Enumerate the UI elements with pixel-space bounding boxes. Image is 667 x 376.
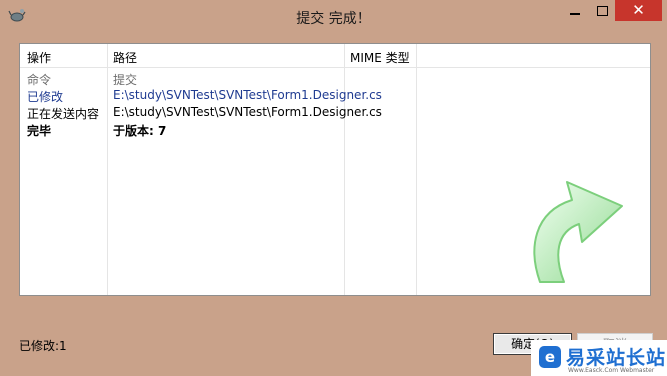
column-divider (107, 44, 108, 295)
row-action: 正在发送内容 (27, 107, 100, 121)
header-path[interactable]: 路径 (113, 49, 137, 66)
header-mime-type[interactable]: MIME 类型 (350, 49, 410, 66)
header-action[interactable]: 操作 (27, 49, 51, 66)
column-divider (416, 44, 417, 295)
minimize-button[interactable] (561, 0, 589, 22)
title-bar: 提交 完成！ ✕ (0, 0, 667, 32)
row-action: 命令 (27, 73, 52, 87)
results-list[interactable]: 操作 路径 MIME 类型 命令 提交 已修改 E:\study\SVNTest… (19, 43, 651, 296)
watermark: e 易采站长站 Www.Easck.Com Webmaster (531, 340, 667, 376)
success-arrow-icon (533, 181, 623, 283)
maximize-button[interactable] (589, 0, 615, 22)
row-path: E:\study\SVNTest\SVNTest\Form1.Designer.… (113, 105, 382, 119)
column-divider (344, 44, 345, 295)
watermark-logo: e (539, 346, 561, 368)
row-path: 于版本: 7 (113, 124, 167, 138)
row-path: E:\study\SVNTest\SVNTest\Form1.Designer.… (113, 88, 382, 102)
status-text: 已修改:1 (19, 339, 67, 353)
row-action: 已修改 (27, 90, 64, 104)
close-button[interactable]: ✕ (615, 0, 662, 21)
row-action: 完毕 (27, 124, 52, 138)
watermark-text: 易采站长站 (566, 347, 667, 369)
watermark-subtext: Www.Easck.Com Webmaster (568, 367, 655, 374)
row-path: 提交 (113, 73, 138, 87)
